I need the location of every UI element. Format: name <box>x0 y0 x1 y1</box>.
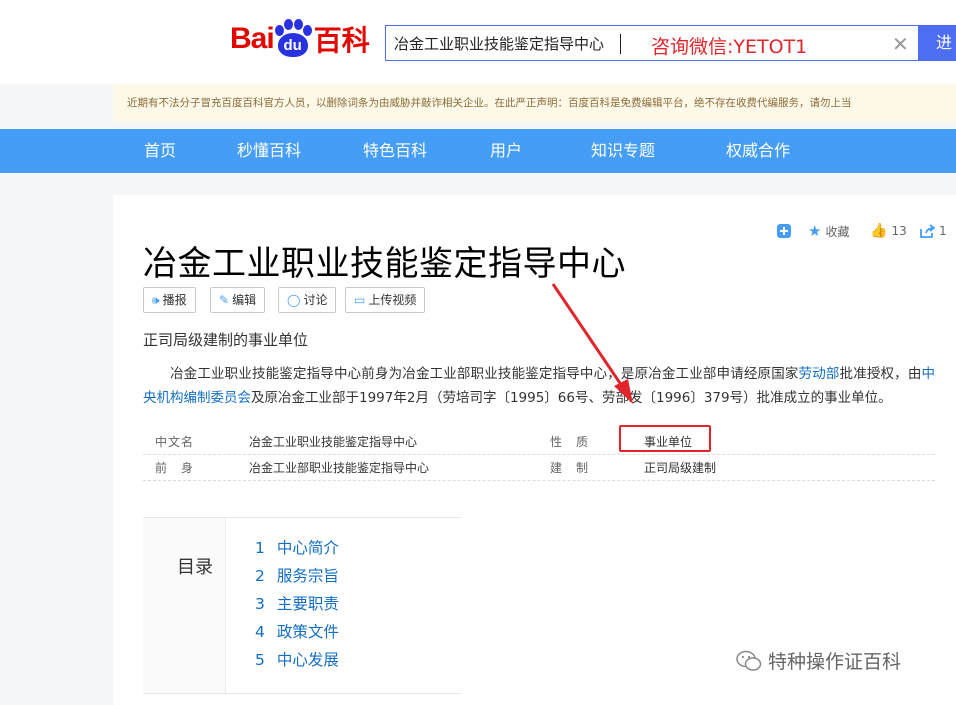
catalog-side: 目录 <box>143 518 226 693</box>
catalog-item[interactable]: 3 主要职责 <box>255 592 339 614</box>
watermark-text: 特种操作证百科 <box>768 651 902 673</box>
catalog-item[interactable]: 1 中心简介 <box>255 536 339 558</box>
wechat-watermark: 特种操作证百科 <box>736 647 901 674</box>
wechat-icon <box>736 650 762 671</box>
catalog-item[interactable]: 2 服务宗旨 <box>255 564 339 586</box>
catalog-title: 目录 <box>177 557 213 578</box>
catalog-item[interactable]: 5 中心发展 <box>255 648 339 670</box>
catalog-item[interactable]: 4 政策文件 <box>255 620 339 642</box>
